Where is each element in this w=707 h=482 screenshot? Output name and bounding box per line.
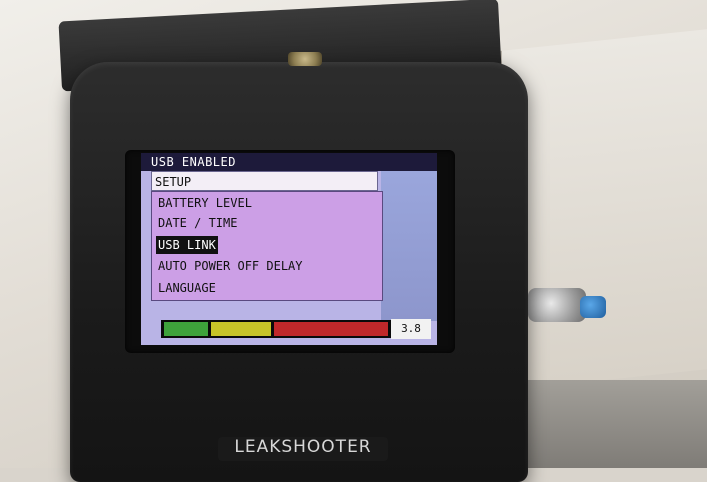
menu-item-usb-link[interactable]: USB LINK xyxy=(156,236,218,254)
menu-item-auto-power-off-delay[interactable]: AUTO POWER OFF DELAY xyxy=(156,257,305,275)
battery-level-bar xyxy=(161,320,391,338)
battery-segment-yellow xyxy=(210,322,271,336)
battery-segment-green xyxy=(164,322,208,336)
device-screen: USB ENABLED SETUP BATTERY LEVEL DATE / T… xyxy=(141,153,437,345)
battery-segment-red xyxy=(273,322,388,336)
brand-label: LEAKSHOOTER xyxy=(218,437,388,461)
menu-item-date-time[interactable]: DATE / TIME xyxy=(156,214,239,232)
battery-value: 3.8 xyxy=(391,319,431,339)
menu-header: SETUP xyxy=(151,171,378,191)
screen-side-strip xyxy=(381,171,437,321)
status-title: USB ENABLED xyxy=(141,153,437,171)
menu-item-battery-level[interactable]: BATTERY LEVEL xyxy=(156,194,254,212)
background-valve xyxy=(528,288,586,322)
background-cabinet xyxy=(500,29,707,391)
background-valve-cap xyxy=(580,296,606,318)
device-connector xyxy=(288,52,322,66)
setup-menu: BATTERY LEVEL DATE / TIME USB LINK AUTO … xyxy=(151,191,383,301)
menu-item-language[interactable]: LANGUAGE xyxy=(156,279,218,297)
